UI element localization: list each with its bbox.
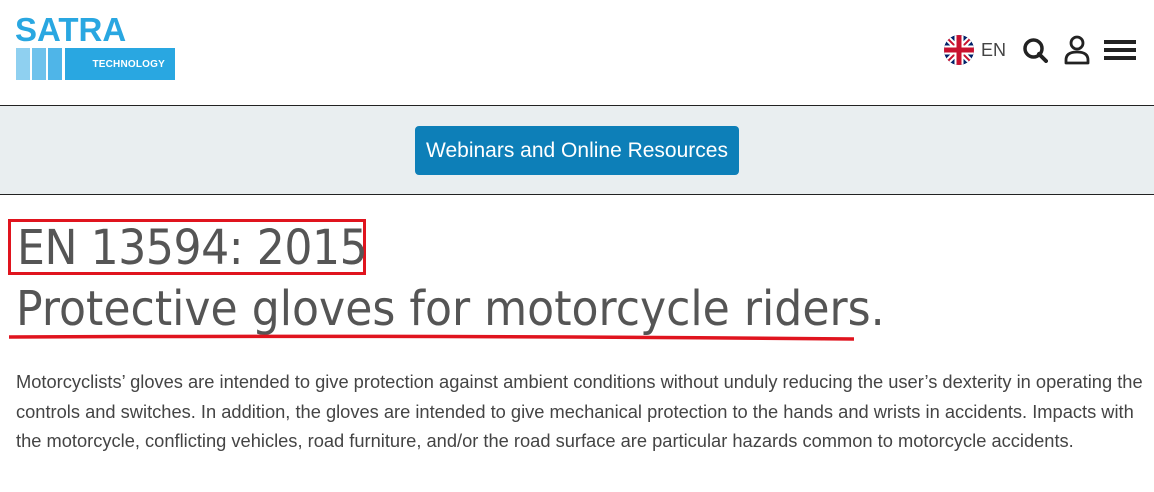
user-icon[interactable] — [1064, 35, 1090, 65]
language-label[interactable]: EN — [981, 40, 1006, 61]
standard-code: EN 13594: 2015 — [17, 220, 368, 276]
logo-subtitle: TECHNOLOGY — [65, 48, 175, 80]
menu-icon[interactable] — [1104, 39, 1136, 61]
title-underline-annotation — [9, 334, 854, 341]
logo-wordmark: SATRA — [15, 11, 127, 48]
header-tools: EN — [943, 33, 1136, 67]
satra-logo[interactable]: SATRA TECHNOLOGY — [15, 11, 175, 81]
resources-banner: Webinars and Online Resources — [0, 106, 1154, 195]
logo-bars — [16, 48, 64, 80]
uk-flag-icon[interactable] — [943, 35, 974, 65]
site-header: SATRA TECHNOLOGY EN — [0, 0, 1154, 106]
search-icon[interactable] — [1022, 37, 1048, 63]
standard-title: Protective gloves for motorcycle riders. — [16, 281, 885, 337]
webinars-button[interactable]: Webinars and Online Resources — [415, 125, 739, 175]
standard-description: Motorcyclists’ gloves are intended to gi… — [16, 371, 1143, 451]
